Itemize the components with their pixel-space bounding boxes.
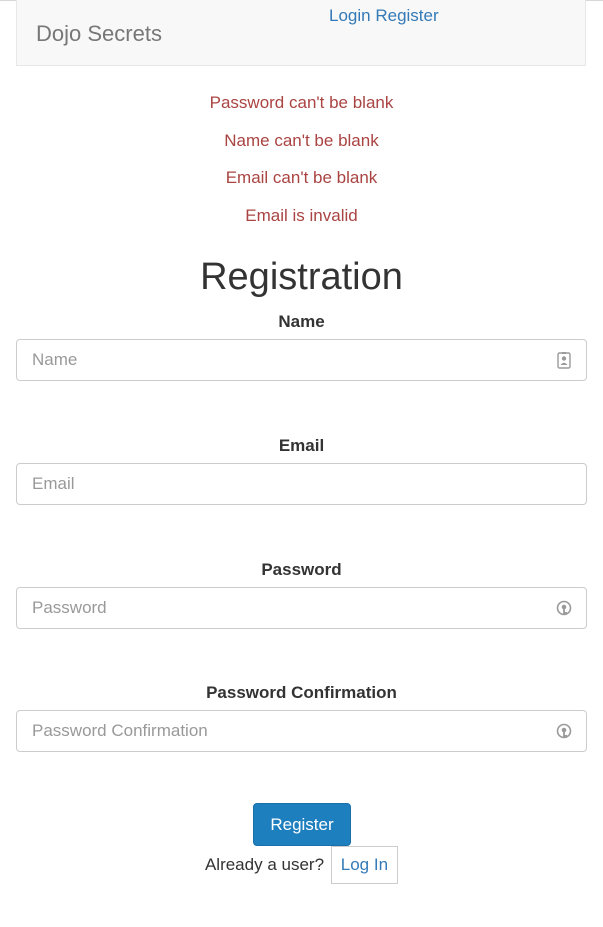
login-link[interactable]: Login — [329, 6, 371, 25]
page-title: Registration — [200, 256, 403, 298]
error-list: Password can't be blank Name can't be bl… — [0, 93, 603, 244]
name-input[interactable] — [17, 340, 586, 380]
error-email-blank: Email can't be blank — [225, 168, 378, 188]
log-in-button[interactable]: Log In — [330, 846, 399, 884]
password-label: Password — [261, 560, 342, 579]
already-user-prompt: Already a user? — [204, 855, 325, 874]
navbar-brand[interactable]: Dojo Secrets — [36, 21, 162, 47]
password-key-icon[interactable] — [556, 600, 572, 617]
error-password-blank: Password can't be blank — [209, 93, 394, 112]
contact-card-icon[interactable] — [556, 352, 572, 369]
nav-links: Login Register — [329, 6, 439, 26]
already-user-row: Already a user? Log In — [0, 846, 603, 884]
password-field-container — [16, 587, 587, 629]
name-field-container — [16, 339, 587, 381]
register-link[interactable]: Register — [375, 6, 438, 25]
password-confirmation-label: Password Confirmation — [206, 683, 397, 702]
email-input[interactable] — [17, 464, 586, 504]
password-confirmation-input[interactable] — [17, 711, 586, 751]
password-key-icon[interactable] — [556, 723, 572, 740]
email-field-container — [16, 463, 587, 505]
error-name-blank: Name can't be blank — [224, 130, 379, 150]
email-label: Email — [278, 436, 325, 455]
password-input[interactable] — [17, 588, 586, 628]
register-button[interactable]: Register — [253, 803, 351, 846]
navbar: Dojo Secrets Login Register — [16, 0, 586, 66]
password-confirmation-field-container — [16, 710, 587, 752]
name-label: Name — [278, 312, 325, 331]
error-email-invalid: Email is invalid — [245, 206, 358, 226]
